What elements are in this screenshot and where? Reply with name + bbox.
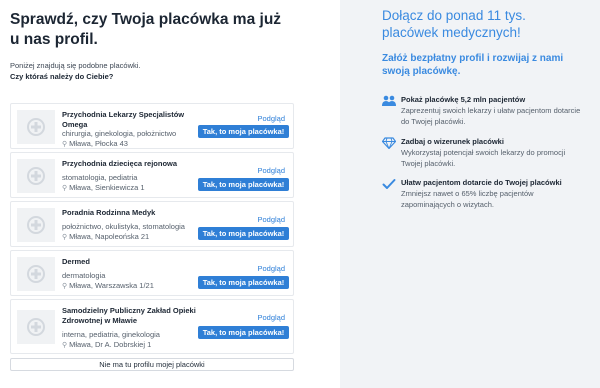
medical-cross-icon xyxy=(27,265,45,283)
clinic-specialties: interna, pediatria, ginekologia xyxy=(62,330,160,339)
feature-title: Zadbaj o wizerunek placówki xyxy=(401,137,504,146)
medical-cross-icon xyxy=(27,118,45,136)
clinic-specialties: stomatologia, pediatria xyxy=(62,173,138,182)
medical-cross-icon xyxy=(27,216,45,234)
claim-clinic-button[interactable]: Tak, to moja placówka! xyxy=(198,276,289,289)
preview-link[interactable]: Podgląd xyxy=(257,264,285,273)
claim-clinic-button[interactable]: Tak, to moja placówka! xyxy=(198,326,289,339)
clinic-name[interactable]: Dermed xyxy=(62,257,202,267)
medical-cross-icon xyxy=(27,167,45,185)
preview-link[interactable]: Podgląd xyxy=(257,215,285,224)
clinic-specialties: dermatologia xyxy=(62,271,106,280)
preview-link[interactable]: Podgląd xyxy=(257,313,285,322)
clinic-address: ⚲ Mława, Sienkiewicza 1 xyxy=(62,183,145,192)
feature-description: Wykorzystaj potencjał swoich lekarzy do … xyxy=(401,148,566,168)
location-pin-icon: ⚲ xyxy=(62,141,68,148)
intro-text: Poniżej znajdują się podobne placówki. C… xyxy=(10,60,294,82)
clinic-specialties: położnictwo, okulistyka, stomatologia xyxy=(62,222,185,231)
intro-question: Czy któraś należy do Ciebie? xyxy=(10,72,114,81)
clinic-placeholder-image xyxy=(17,110,55,144)
preview-link[interactable]: Podgląd xyxy=(257,166,285,175)
location-pin-icon: ⚲ xyxy=(62,234,68,241)
feature-title: Ułatw pacjentom dotarcie do Twojej placó… xyxy=(401,178,562,187)
clinic-name[interactable]: Przychodnia dziecięca rejonowa xyxy=(62,159,202,169)
clinic-specialties: chirurgia, ginekologia, położnictwo xyxy=(62,129,177,138)
clinic-placeholder-image xyxy=(17,257,55,291)
promo-feature: Zadbaj o wizerunek placówki Wykorzystaj … xyxy=(382,137,587,169)
intro-line: Poniżej znajdują się podobne placówki. xyxy=(10,61,141,70)
clinic-name[interactable]: Przychodnia Lekarzy Specjalistów Omega xyxy=(62,110,202,130)
location-pin-icon: ⚲ xyxy=(62,342,68,349)
promo-feature: Pokaż placówkę 5,2 mln pacjentów Zapreze… xyxy=(382,95,587,127)
promo-feature: Ułatw pacjentom dotarcie do Twojej placó… xyxy=(382,178,587,210)
claim-clinic-button[interactable]: Tak, to moja placówka! xyxy=(198,178,289,191)
medical-cross-icon xyxy=(27,318,45,336)
clinic-placeholder-image xyxy=(17,208,55,242)
clinic-card: Przychodnia dziecięca rejonowa stomatolo… xyxy=(10,152,294,198)
promo-title: Dołącz do ponad 11 tys. placówek medyczn… xyxy=(382,8,526,40)
clinic-name[interactable]: Samodzielny Publiczny Zakład Opieki Zdro… xyxy=(62,306,202,326)
claim-clinic-button[interactable]: Tak, to moja placówka! xyxy=(198,227,289,240)
clinic-card: Dermed dermatologia ⚲ Mława, Warszawska 1… xyxy=(10,250,294,296)
clinic-address: ⚲ Mława, Płocka 43 xyxy=(62,139,128,148)
clinic-card: Samodzielny Publiczny Zakład Opieki Zdro… xyxy=(10,299,294,354)
clinic-name[interactable]: Poradnia Rodzinna Medyk xyxy=(62,208,202,218)
diamond-icon xyxy=(382,137,396,149)
users-icon xyxy=(382,95,396,106)
clinic-address: ⚲ Mława, Napoleońska 21 xyxy=(62,232,150,241)
location-pin-icon: ⚲ xyxy=(62,185,68,192)
feature-description: Zaprezentuj swoich lekarzy i ułatw pacje… xyxy=(401,106,581,126)
location-pin-icon: ⚲ xyxy=(62,283,68,290)
check-icon xyxy=(382,179,396,189)
clinic-placeholder-image xyxy=(17,159,55,193)
clinic-card: Przychodnia Lekarzy Specjalistów Omega c… xyxy=(10,103,294,149)
no-profile-button[interactable]: Nie ma tu profilu mojej placówki xyxy=(10,358,294,371)
clinic-search-panel: Sprawdź, czy Twoja placówka ma już u nas… xyxy=(0,0,310,388)
clinic-address: ⚲ Mława, Dr A. Dobrskiej 1 xyxy=(62,340,152,349)
clinic-card: Poradnia Rodzinna Medyk położnictwo, oku… xyxy=(10,201,294,247)
page-title: Sprawdź, czy Twoja placówka ma już u nas… xyxy=(10,11,282,48)
clinic-placeholder-image xyxy=(17,310,55,344)
clinic-address: ⚲ Mława, Warszawska 1/21 xyxy=(62,281,154,290)
clinic-list: Przychodnia Lekarzy Specjalistów Omega c… xyxy=(10,103,294,354)
preview-link[interactable]: Podgląd xyxy=(257,114,285,123)
claim-clinic-button[interactable]: Tak, to moja placówka! xyxy=(198,125,289,138)
feature-description: Zmniejsz nawet o 65% liczbę pacjentów za… xyxy=(401,189,534,209)
feature-title: Pokaż placówkę 5,2 mln pacjentów xyxy=(401,95,526,104)
promo-subtitle: Załóż bezpłatny profil i rozwijaj z nami… xyxy=(382,53,564,77)
